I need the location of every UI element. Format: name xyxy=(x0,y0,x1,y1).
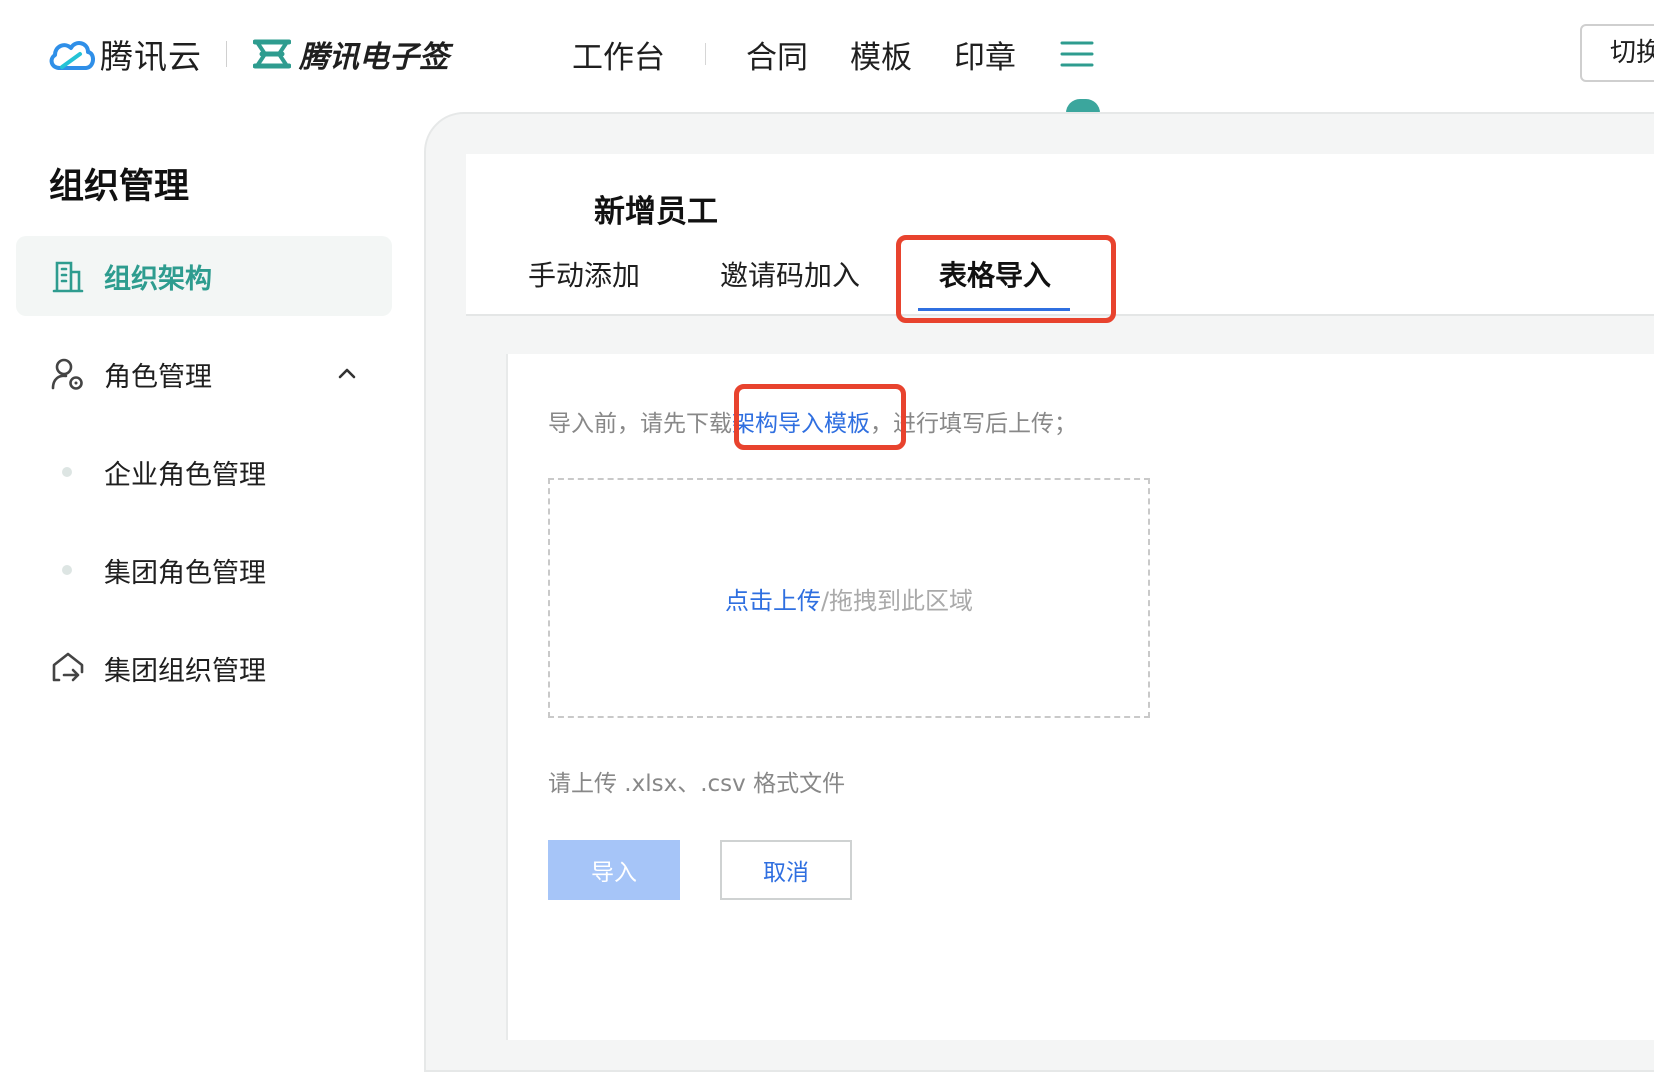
drag-hint: /拖拽到此区域 xyxy=(820,586,974,615)
switch-button[interactable]: 切换 xyxy=(1580,24,1654,82)
top-navigation-bar: 腾讯云 腾讯电子签 工作台 合同 模板 印章 切换 xyxy=(0,0,1654,113)
sidebar: 组织管理 组织架构 角色管理 企业角色管理 集团角色管理 集团组织管理 xyxy=(0,108,420,1040)
brand: 腾讯云 腾讯电子签 xyxy=(46,30,449,78)
sidebar-item-label: 角色管理 xyxy=(104,361,212,393)
file-format-note: 请上传 .xlsx、.csv 格式文件 xyxy=(548,771,846,797)
esign-product-name: 腾讯电子签 xyxy=(299,40,449,75)
highlight-box-tab xyxy=(896,235,1116,323)
sidebar-title: 组织管理 xyxy=(49,167,190,207)
nav-divider xyxy=(705,43,706,65)
nav-seal[interactable]: 印章 xyxy=(954,32,1016,77)
import-button[interactable]: 导入 xyxy=(548,840,680,900)
tencent-cloud-logo-icon xyxy=(49,41,95,70)
tab-manual-add[interactable]: 手动添加 xyxy=(528,254,640,294)
esign-logo-icon xyxy=(253,39,291,69)
user-role-icon xyxy=(51,358,83,390)
nav-active-indicator xyxy=(1066,99,1100,113)
nav-workbench[interactable]: 工作台 xyxy=(572,32,665,77)
main-nav: 工作台 合同 模板 印章 xyxy=(572,28,1094,80)
chevron-up-icon[interactable] xyxy=(336,362,358,384)
sidebar-item-label: 集团组织管理 xyxy=(104,655,266,687)
import-panel: 导入前，请先下载架构导入模板，进行填写后上传； 点击上传/拖拽到此区域 请上传 … xyxy=(506,354,1654,1040)
page-title: 新增员工 xyxy=(594,194,718,230)
nav-contract[interactable]: 合同 xyxy=(746,32,808,77)
building-icon xyxy=(52,261,84,293)
tencent-cloud-name: 腾讯云 xyxy=(100,37,202,76)
sidebar-item-group-org[interactable]: 集团组织管理 xyxy=(16,628,392,708)
sidebar-item-role-management[interactable]: 角色管理 xyxy=(16,334,392,414)
hamburger-menu-icon[interactable] xyxy=(1060,39,1094,69)
upload-drop-zone[interactable]: 点击上传/拖拽到此区域 xyxy=(548,478,1150,718)
bullet-dot xyxy=(62,467,72,477)
bullet-dot xyxy=(62,565,72,575)
sidebar-item-label: 企业角色管理 xyxy=(104,459,266,491)
cancel-button[interactable]: 取消 xyxy=(720,840,852,900)
hint-prefix: 导入前，请先下载 xyxy=(548,411,732,437)
nav-template[interactable]: 模板 xyxy=(850,32,912,77)
sidebar-item-label: 集团角色管理 xyxy=(104,557,266,589)
tab-invite-code[interactable]: 邀请码加入 xyxy=(720,254,860,294)
highlight-box-template-link xyxy=(734,384,906,450)
sidebar-item-org-structure[interactable]: 组织架构 xyxy=(16,236,392,316)
sidebar-item-enterprise-roles[interactable]: 企业角色管理 xyxy=(16,432,392,512)
group-org-icon xyxy=(52,652,84,682)
sidebar-item-label: 组织架构 xyxy=(104,263,212,295)
sidebar-item-group-roles[interactable]: 集团角色管理 xyxy=(16,530,392,610)
click-upload-link[interactable]: 点击上传 xyxy=(725,581,821,616)
brand-divider xyxy=(226,41,227,67)
